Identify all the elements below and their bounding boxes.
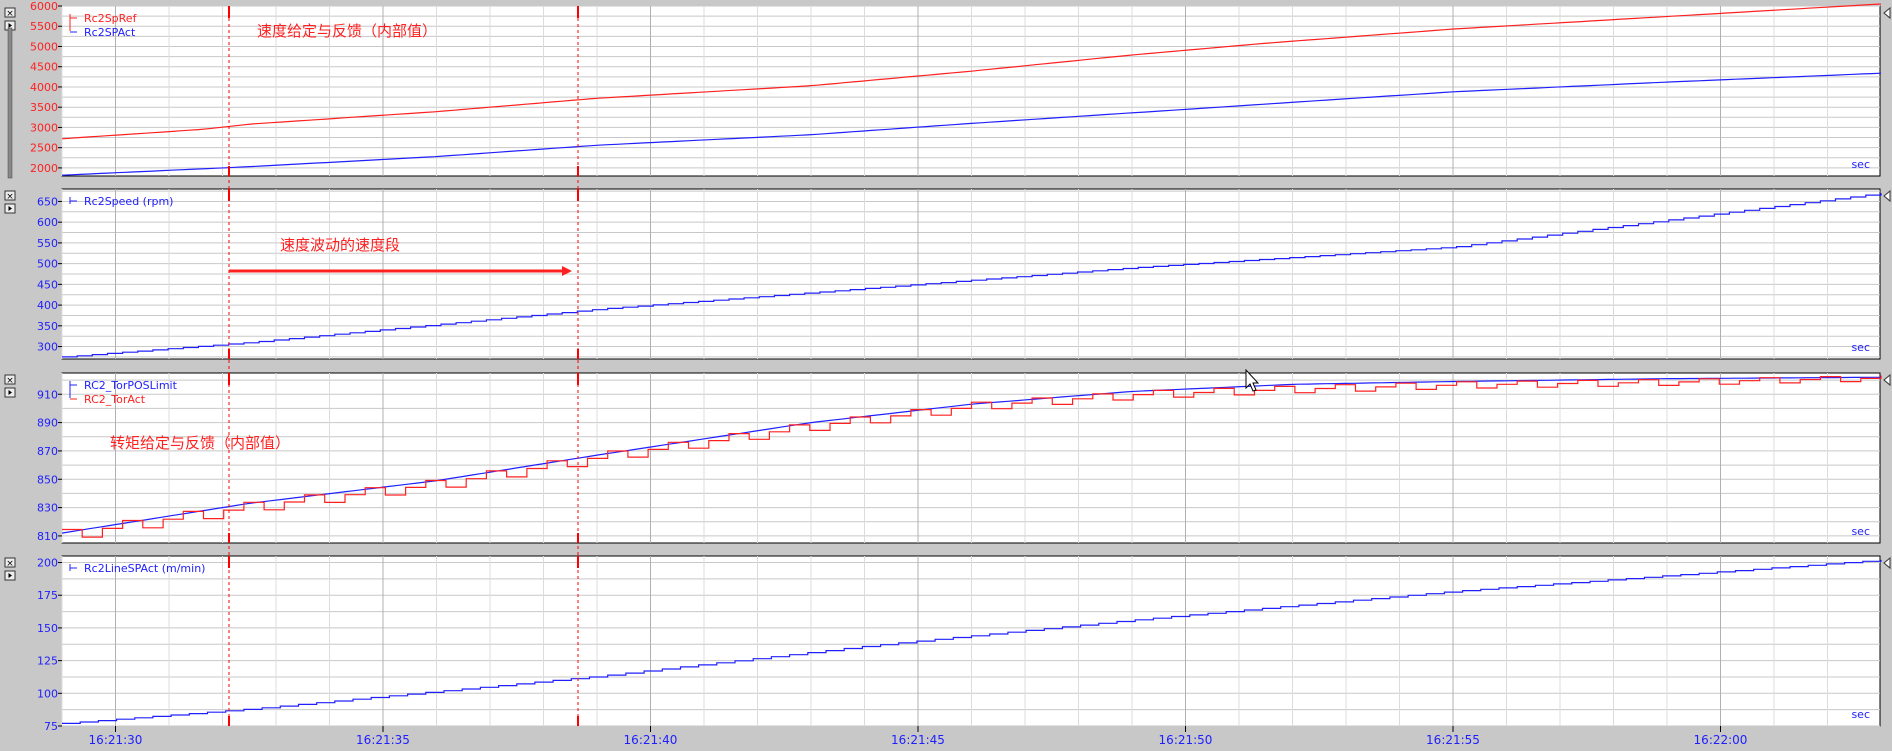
legend-entry: Rc2SPAct (84, 26, 136, 39)
y-tick-label: 910 (37, 388, 58, 401)
legend-entry: Rc2SpRef (84, 12, 138, 25)
y-tick-label: 4000 (30, 81, 58, 94)
legend-entry: Rc2LineSPAct (m/min) (84, 562, 205, 575)
annotation-speed-fluctuation: 速度波动的速度段 (280, 236, 400, 254)
y-tick-label: 150 (37, 622, 58, 635)
panel-close-icon: × (6, 559, 14, 569)
panel-close-icon: × (6, 192, 14, 202)
x-tick-label: 16:22:00 (1694, 733, 1748, 747)
y-tick-label: 2000 (30, 162, 58, 175)
y-tick-label: 3500 (30, 101, 58, 114)
annotation-speed-ref: 速度给定与反馈（内部值） (257, 22, 437, 40)
y-tick-label: 5500 (30, 20, 58, 33)
cursor-marker-icon[interactable] (1883, 373, 1891, 387)
y-tick-label: 75 (44, 720, 58, 733)
panel-scrollbar[interactable] (7, 27, 13, 179)
time-unit-label: sec (1851, 158, 1870, 171)
annotation-torque-ref: 转矩给定与反馈（内部值） (110, 434, 290, 452)
legend-entry: RC2_TorAct (84, 393, 146, 406)
y-tick-label: 850 (37, 473, 58, 486)
y-tick-label: 200 (37, 557, 58, 570)
y-tick-label: 890 (37, 417, 58, 430)
y-tick-label: 600 (37, 216, 58, 229)
x-tick-label: 16:21:30 (89, 733, 143, 747)
panel-close-icon: × (6, 376, 14, 386)
trace-window: × × × × 2000 2500 3000 3500 4000 4500 5000 5500 6000… (0, 0, 1892, 751)
y-tick-label: 4500 (30, 61, 58, 74)
y-tick-label: 550 (37, 237, 58, 250)
y-tick-label: 350 (37, 320, 58, 333)
time-unit-label: sec (1851, 708, 1870, 721)
x-tick-label: 16:21:45 (891, 733, 945, 747)
panel-close-icon: × (6, 9, 14, 19)
y-tick-label: 2500 (30, 142, 58, 155)
x-tick-label: 16:21:40 (624, 733, 678, 747)
y-tick-label: 400 (37, 299, 58, 312)
y-tick-label: 450 (37, 278, 58, 291)
y-tick-label: 5000 (30, 40, 58, 53)
x-tick-label: 16:21:50 (1159, 733, 1213, 747)
x-tick-label: 16:21:35 (356, 733, 410, 747)
y-tick-label: 500 (37, 258, 58, 271)
y-tick-label: 870 (37, 445, 58, 458)
time-unit-label: sec (1851, 525, 1870, 538)
y-tick-label: 175 (37, 589, 58, 602)
cursor-marker-icon[interactable] (1883, 556, 1891, 570)
cursor-marker-icon[interactable] (1883, 6, 1891, 20)
y-tick-label: 650 (37, 195, 58, 208)
legend-entry: RC2_TorPOSLimit (84, 379, 178, 392)
y-tick-label: 3000 (30, 121, 58, 134)
x-tick-label: 16:21:55 (1426, 733, 1480, 747)
trace-chart-svg: × × × × 2000 2500 3000 3500 4000 4500 5000 5500 6000… (4, 0, 1891, 748)
cursor-marker-icon[interactable] (1883, 189, 1891, 203)
y-tick-label: 125 (37, 655, 58, 668)
y-tick-label: 6000 (30, 0, 58, 13)
y-tick-label: 810 (37, 530, 58, 543)
y-tick-label: 100 (37, 687, 58, 700)
y-tick-label: 830 (37, 502, 58, 515)
time-unit-label: sec (1851, 341, 1870, 354)
legend-entry: Rc2Speed (rpm) (84, 195, 173, 208)
time-axis-area (62, 726, 1880, 748)
y-tick-label: 300 (37, 341, 58, 354)
